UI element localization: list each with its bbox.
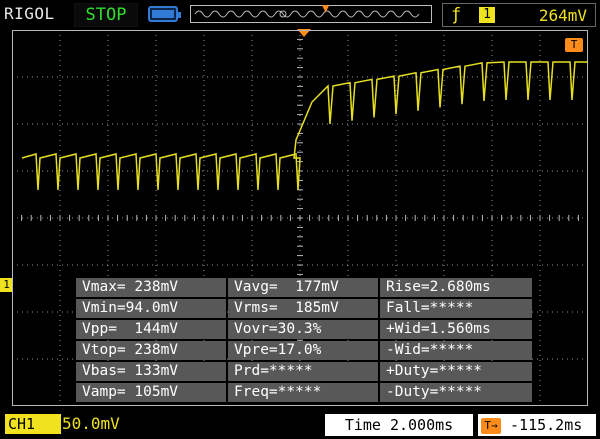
trigger-level: 264mV [538,6,587,25]
trigger-offset-value: -115.2ms [510,416,583,434]
vertical-scale[interactable]: 50.0mV [62,414,120,433]
measurement-row: Vtop= 238mV Vpre=17.0% -Wid=***** [76,341,534,360]
measurement-cell: Rise=2.680ms [380,278,532,297]
measurement-cell: Vrms= 185mV [228,299,378,318]
offset-icon: T→ [481,417,501,434]
measurement-cell: Vavg= 177mV [228,278,378,297]
measurement-cell: +Duty=***** [380,362,532,381]
timeline-trigger-marker-icon: ▼ [322,1,330,15]
measurement-cell: Freq=***** [228,383,378,402]
brand-logo: RIGOL [4,4,55,23]
measurement-row: Vmin=94.0mV Vrms= 185mV Fall=***** [76,299,534,318]
rising-edge-icon: ƒ [451,5,462,25]
measurement-row: Vpp= 144mV Vovr=30.3% +Wid=1.560ms [76,320,534,339]
measurement-row: Vbas= 133mV Prd=***** +Duty=***** [76,362,534,381]
measurement-cell: Vpre=17.0% [228,341,378,360]
trigger-info[interactable]: ƒ 1 264mV [442,3,596,27]
run-stop-status[interactable]: STOP [74,3,138,27]
bottom-status-bar: CH1 50.0mV Time 2.000ms T→ -115.2ms [0,412,600,439]
measurement-cell: Vovr=30.3% [228,320,378,339]
timebase[interactable]: Time 2.000ms [325,414,473,436]
measurement-cell: Vmin=94.0mV [76,299,226,318]
measurement-cell: Vmax= 238mV [76,278,226,297]
channel-1-badge[interactable]: CH1 [5,414,61,434]
trigger-channel-badge: 1 [479,7,495,23]
measurement-row: Vmax= 238mV Vavg= 177mV Rise=2.680ms [76,278,534,297]
trigger-offset[interactable]: T→ -115.2ms [478,414,596,436]
top-status-bar: RIGOL STOP ▼ ƒ 1 264mV [0,0,600,30]
measurement-cell: Vtop= 238mV [76,341,226,360]
measurement-cell: Vamp= 105mV [76,383,226,402]
ch1-trace [21,61,588,191]
measurement-cell: Vpp= 144mV [76,320,226,339]
measurement-cell: -Wid=***** [380,341,532,360]
measurement-panel: Vmax= 238mV Vavg= 177mV Rise=2.680ms Vmin=9… [76,278,534,404]
timeline-wave [194,10,420,18]
measurement-cell: Fall=***** [380,299,532,318]
measurement-cell: Prd=***** [228,362,378,381]
measurement-row: Vamp= 105mV Freq=***** -Duty=***** [76,383,534,402]
measurement-cell: +Wid=1.560ms [380,320,532,339]
memory-timeline[interactable] [190,5,432,23]
measurement-cell: -Duty=***** [380,383,532,402]
measurement-cell: Vbas= 133mV [76,362,226,381]
battery-icon [148,6,181,22]
